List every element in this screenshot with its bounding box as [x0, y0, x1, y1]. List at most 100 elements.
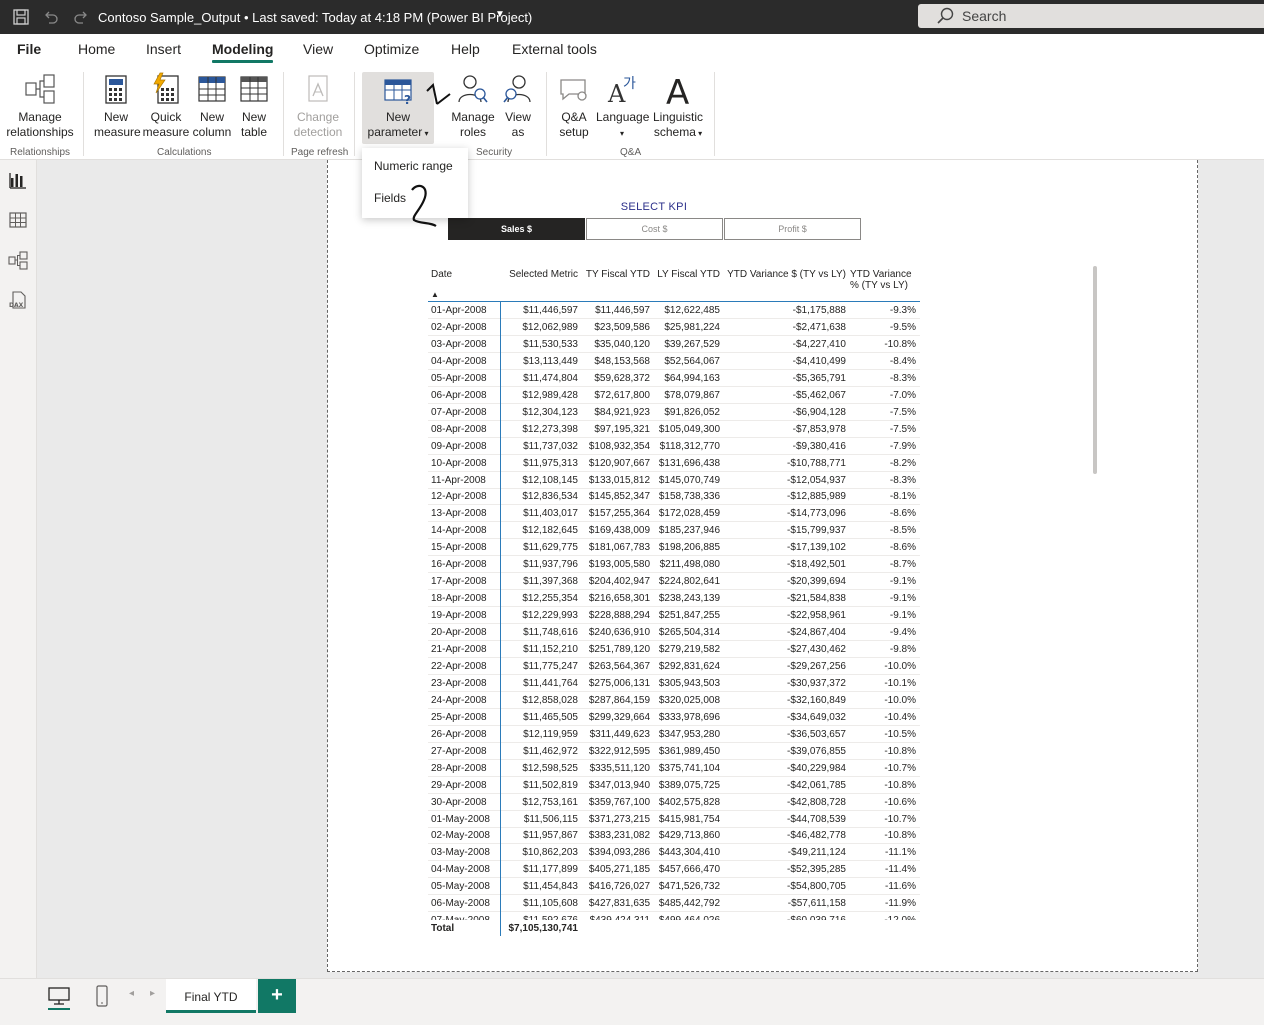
- undo-icon[interactable]: [42, 8, 60, 26]
- table-row[interactable]: 29-Apr-2008 $11,502,819 $347,013,940 $389,0…: [428, 777, 920, 794]
- table-row[interactable]: 24-Apr-2008 $12,858,028 $287,864,159 $320,0…: [428, 692, 920, 709]
- manage-relationships-line1: Manage: [18, 110, 62, 124]
- table-view-icon[interactable]: [8, 210, 28, 230]
- table-row[interactable]: 17-Apr-2008 $11,397,368 $204,402,947 $224,8…: [428, 573, 920, 591]
- header-ty-fiscal-ytd[interactable]: TY Fiscal YTD: [580, 269, 650, 280]
- manage-relationships-button[interactable]: Manage relationships: [4, 72, 76, 140]
- qa-setup-button[interactable]: Q&A setup: [553, 72, 595, 140]
- table-row[interactable]: 25-Apr-2008 $11,465,505 $299,329,664 $333,9…: [428, 709, 920, 726]
- save-icon[interactable]: [12, 8, 30, 26]
- table-row[interactable]: 03-May-2008 $10,862,203 $394,093,286 $443,3…: [428, 844, 920, 862]
- kpi-option-profit[interactable]: Profit $: [724, 218, 861, 240]
- table-row[interactable]: 12-Apr-2008 $12,836,534 $145,852,347 $158,7…: [428, 488, 920, 506]
- tab-view[interactable]: View: [303, 41, 333, 57]
- header-selected-metric[interactable]: Selected Metric: [504, 269, 578, 280]
- search-input[interactable]: Search: [918, 4, 1264, 28]
- menu-item-fields[interactable]: Fields: [374, 191, 406, 205]
- table-row[interactable]: 18-Apr-2008 $12,255,354 $216,658,301 $238,2…: [428, 590, 920, 608]
- svg-text:DAX: DAX: [9, 302, 24, 309]
- table-row[interactable]: 03-Apr-2008 $11,530,533 $35,040,120 $39,267…: [428, 336, 920, 353]
- table-row[interactable]: 02-May-2008 $11,957,867 $383,231,082 $429,7…: [428, 827, 920, 845]
- redo-icon[interactable]: [72, 8, 90, 26]
- cell-selected-metric: $12,598,525: [522, 762, 578, 774]
- table-row[interactable]: 20-Apr-2008 $11,748,616 $240,636,910 $265,5…: [428, 624, 920, 642]
- table-row[interactable]: 06-May-2008 $11,105,608 $427,831,635 $485,4…: [428, 895, 920, 913]
- title-chevron-down-icon[interactable]: ▼: [495, 9, 505, 20]
- table-row[interactable]: 27-Apr-2008 $11,462,972 $322,912,595 $361,9…: [428, 743, 920, 760]
- manage-roles-button[interactable]: Manage roles: [450, 72, 496, 140]
- header-ytd-variance[interactable]: YTD Variance $ (TY vs LY): [722, 269, 846, 280]
- table-row[interactable]: 28-Apr-2008 $12,598,525 $335,511,120 $375,7…: [428, 760, 920, 777]
- change-detection-button[interactable]: Change detection: [290, 72, 346, 140]
- tab-optimize[interactable]: Optimize: [364, 41, 419, 57]
- new-table-line1: New: [241, 110, 266, 124]
- mobile-layout-icon[interactable]: [95, 985, 109, 1012]
- cell-selected-metric: $11,105,608: [523, 898, 578, 910]
- view-as-button[interactable]: View as: [500, 72, 536, 140]
- table-row[interactable]: 04-May-2008 $11,177,899 $405,271,185 $457,6…: [428, 861, 920, 879]
- table-row[interactable]: 16-Apr-2008 $11,937,796 $193,005,580 $211,4…: [428, 556, 920, 574]
- model-view-icon[interactable]: [8, 250, 28, 270]
- tab-external-tools[interactable]: External tools: [512, 41, 597, 57]
- cell-selected-metric: $11,474,804: [523, 372, 578, 384]
- table-row[interactable]: 01-Apr-2008 $11,446,597 $11,446,597 $12,622…: [428, 302, 920, 319]
- header-ly-fiscal-ytd[interactable]: LY Fiscal YTD: [652, 269, 720, 280]
- table-row[interactable]: 05-May-2008 $11,454,843 $416,726,027 $471,5…: [428, 878, 920, 896]
- language-button[interactable]: A가 Language ▾: [596, 72, 649, 141]
- linguistic-schema-button[interactable]: A Linguistic schema ▾: [651, 72, 705, 141]
- page-tab-final-ytd[interactable]: Final YTD: [166, 979, 256, 1013]
- desktop-layout-icon[interactable]: [48, 986, 70, 1011]
- kpi-option-sales[interactable]: Sales $: [448, 218, 585, 240]
- table-row[interactable]: 11-Apr-2008 $12,108,145 $133,015,812 $145,0…: [428, 472, 920, 489]
- cell-ytd-variance: -$36,503,657: [787, 728, 846, 740]
- tab-home[interactable]: Home: [78, 41, 115, 57]
- table-row[interactable]: 19-Apr-2008 $12,229,993 $228,888,294 $251,8…: [428, 607, 920, 625]
- tab-modeling[interactable]: Modeling: [212, 41, 274, 63]
- table-row[interactable]: 09-Apr-2008 $11,737,032 $108,932,354 $118,3…: [428, 438, 920, 455]
- table-row[interactable]: 10-Apr-2008 $11,975,313 $120,907,667 $131,6…: [428, 455, 920, 472]
- kpi-option-cost[interactable]: Cost $: [586, 218, 723, 240]
- header-date[interactable]: Date: [431, 269, 452, 280]
- menu-item-numeric-range[interactable]: Numeric range: [374, 159, 453, 173]
- table-row[interactable]: 26-Apr-2008 $12,119,959 $311,449,623 $347,9…: [428, 726, 920, 743]
- table-row[interactable]: 14-Apr-2008 $12,182,645 $169,438,009 $185,2…: [428, 522, 920, 540]
- tab-insert[interactable]: Insert: [146, 41, 181, 57]
- table-row[interactable]: 08-Apr-2008 $12,273,398 $97,195,321 $105,04…: [428, 421, 920, 438]
- table-row[interactable]: 07-Apr-2008 $12,304,123 $84,921,923 $91,826…: [428, 404, 920, 421]
- cell-ty-fiscal-ytd: $157,255,364: [588, 508, 650, 520]
- table-row[interactable]: 15-Apr-2008 $11,629,775 $181,067,783 $198,2…: [428, 539, 920, 557]
- cell-ytd-variance: -$39,076,855: [787, 745, 846, 757]
- table-row[interactable]: 22-Apr-2008 $11,775,247 $263,564,367 $292,8…: [428, 658, 920, 675]
- table-row[interactable]: 06-Apr-2008 $12,989,428 $72,617,800 $78,079…: [428, 387, 920, 404]
- add-page-button[interactable]: +: [258, 979, 296, 1013]
- scroll-left-icon[interactable]: ◂: [129, 988, 134, 999]
- table-row[interactable]: 01-May-2008 $11,506,115 $371,273,215 $415,9…: [428, 811, 920, 828]
- table-row[interactable]: 04-Apr-2008 $13,113,449 $48,153,568 $52,564…: [428, 353, 920, 370]
- table-row[interactable]: 07-May-2008$11,592,676$439,424,311$499,4…: [428, 912, 920, 920]
- table-row[interactable]: 13-Apr-2008 $11,403,017 $157,255,364 $172,0…: [428, 505, 920, 523]
- cell-ly-fiscal-ytd: $320,025,008: [658, 694, 720, 706]
- quick-measure-button[interactable]: Quick measure: [142, 72, 190, 140]
- table-scrollbar[interactable]: [1093, 266, 1097, 474]
- tab-file[interactable]: File: [17, 41, 41, 57]
- new-column-button[interactable]: New column: [192, 72, 232, 140]
- scroll-right-icon[interactable]: ▸: [150, 988, 155, 999]
- quick-measure-line1: Quick: [150, 110, 182, 124]
- table-row[interactable]: 23-Apr-2008 $11,441,764 $275,006,131 $305,9…: [428, 675, 920, 692]
- table-row[interactable]: 05-Apr-2008 $11,474,804 $59,628,372 $64,994…: [428, 370, 920, 387]
- table-icon: [236, 72, 272, 106]
- tab-help[interactable]: Help: [451, 41, 480, 57]
- new-table-button[interactable]: New table: [236, 72, 272, 140]
- table-row[interactable]: 30-Apr-2008 $12,753,161 $359,767,100 $402,5…: [428, 794, 920, 811]
- cell-selected-metric: $11,629,775: [523, 542, 578, 554]
- cell-ytd-variance-pct: -8.4%: [889, 355, 916, 367]
- header-ytd-variance-pct[interactable]: YTD Variance% (TY vs LY): [850, 269, 916, 291]
- new-measure-button[interactable]: New measure: [94, 72, 141, 140]
- table-row[interactable]: 02-Apr-2008 $12,062,989 $23,509,586 $25,981…: [428, 319, 920, 336]
- table-row[interactable]: 21-Apr-2008 $11,152,210 $251,789,120 $279,2…: [428, 641, 920, 658]
- cell-ytd-variance-pct: -9.1%: [889, 610, 916, 622]
- total-label: Total: [431, 923, 455, 934]
- sort-ascending-icon[interactable]: ▲: [431, 289, 439, 300]
- dax-query-view-icon[interactable]: DAX: [8, 290, 28, 310]
- report-view-icon[interactable]: [8, 170, 28, 190]
